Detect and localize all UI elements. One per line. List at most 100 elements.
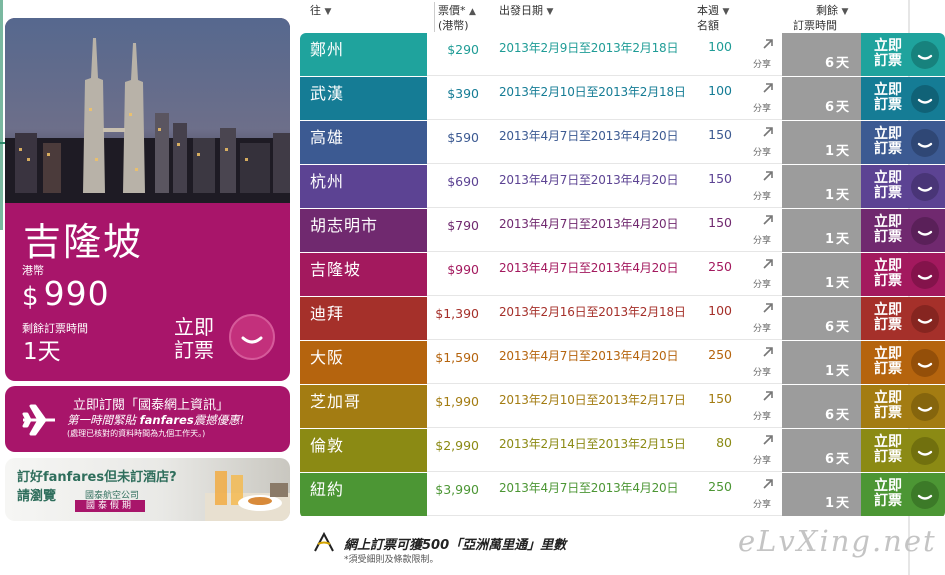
featured-book-label[interactable]: 立即 訂票 [170,316,218,362]
smile-arrow-icon [911,393,939,421]
remaining-time-cell: 1天 [782,209,861,252]
share-link[interactable]: 分享 [753,233,771,246]
featured-price: $ 990 [22,274,110,313]
book-now-button[interactable]: 立即 訂票 [861,385,945,428]
column-header-remaining-time[interactable]: 剩餘 ▼ 訂票時間 [793,4,848,32]
book-now-button[interactable]: 立即 訂票 [861,253,945,296]
share-arrow-icon[interactable] [762,434,774,446]
remaining-time-cell: 1天 [782,341,861,384]
share-link[interactable]: 分享 [753,453,771,466]
price-cell: $390 [447,86,479,101]
share-arrow-icon[interactable] [762,258,774,270]
city-skyline-photo [5,18,290,203]
share-arrow-icon[interactable] [762,390,774,402]
smile-arrow-icon [911,217,939,245]
destination-cell[interactable]: 倫敦 [300,429,427,472]
destination-cell[interactable]: 杭州 [300,165,427,208]
departure-date-cell: 2013年2月10日至2013年2月17日 [499,393,686,407]
share-link[interactable]: 分享 [753,365,771,378]
sort-down-icon: ▼ [546,7,554,17]
header-label: 往 [310,4,321,17]
destination-cell[interactable]: 武漢 [300,77,427,120]
book-now-button[interactable]: 立即 訂票 [861,429,945,472]
featured-book-button[interactable] [229,314,275,360]
column-header-departure-date[interactable]: 出發日期 ▼ [499,4,553,19]
destination-cell[interactable]: 大阪 [300,341,427,384]
smile-arrow-icon [241,336,263,344]
book-now-button[interactable]: 立即 訂票 [861,121,945,164]
book-now-label: 立即 訂票 [874,346,902,377]
book-now-label: 立即 訂票 [874,170,902,201]
share-arrow-icon[interactable] [762,346,774,358]
share-arrow-icon[interactable] [762,82,774,94]
hotel-promo-card[interactable]: 訂好fanfares但未訂酒店? 請瀏覽 國泰航空公司 國泰假期 [5,458,290,521]
fare-row[interactable]: 吉隆坡 $990 2013年4月7日至2013年4月20日 250 分享 1天 … [300,253,945,296]
newsletter-signup-card[interactable]: 立即訂閱「國泰網上資訊」 第一時間緊貼 fanfares震撼優惠! (處理已核對… [5,386,290,452]
decor-line [0,0,3,230]
book-now-label: 立即 訂票 [874,82,902,113]
fare-row[interactable]: 杭州 $690 2013年4月7日至2013年4月20日 150 分享 1天 立… [300,165,945,208]
destination-cell[interactable]: 胡志明市 [300,209,427,252]
share-link[interactable]: 分享 [753,277,771,290]
share-arrow-icon[interactable] [762,214,774,226]
price-cell: $1,590 [435,350,479,365]
fare-row[interactable]: 鄭州 $290 2013年2月9日至2013年2月18日 100 分享 6天 立… [300,33,945,76]
column-header-weekly-quota[interactable]: 本週 ▼ 名額 [697,4,729,32]
column-header-price[interactable]: 票價* ▲ (港幣) [438,4,476,32]
departure-date-cell: 2013年4月7日至2013年4月20日 [499,129,679,143]
newsletter-note: (處理已核對的資料時間為九個工作天。) [67,429,206,438]
destination-cell[interactable]: 高雄 [300,121,427,164]
book-now-label: 立即 訂票 [874,302,902,333]
share-arrow-icon[interactable] [762,302,774,314]
destination-cell[interactable]: 迪拜 [300,297,427,340]
share-link[interactable]: 分享 [753,409,771,422]
book-now-button[interactable]: 立即 訂票 [861,165,945,208]
remaining-time-value: 1天 [23,339,61,365]
header-label: 本週 [697,4,719,17]
book-now-button[interactable]: 立即 訂票 [861,473,945,516]
fare-row[interactable]: 紐約 $3,990 2013年4月7日至2013年4月20日 250 分享 1天… [300,473,945,516]
share-link[interactable]: 分享 [753,145,771,158]
share-link[interactable]: 分享 [753,497,771,510]
fare-row[interactable]: 芝加哥 $1,990 2013年2月10日至2013年2月17日 150 分享 … [300,385,945,428]
share-arrow-icon[interactable] [762,170,774,182]
price-cell: $590 [447,130,479,145]
header-label: 剩餘 [816,4,838,17]
price-cell: $1,390 [435,306,479,321]
book-now-button[interactable]: 立即 訂票 [861,209,945,252]
quota-cell: 250 [708,347,732,362]
fare-row[interactable]: 倫敦 $2,990 2013年2月14日至2013年2月15日 80 分享 6天… [300,429,945,472]
share-arrow-icon[interactable] [762,478,774,490]
fare-row[interactable]: 武漢 $390 2013年2月10日至2013年2月18日 100 分享 6天 … [300,77,945,120]
share-link[interactable]: 分享 [753,189,771,202]
remaining-days: 1天 [824,188,851,203]
book-now-label: 立即 訂票 [874,390,902,421]
newsletter-brand: fanfares [139,413,194,427]
destination-cell[interactable]: 鄭州 [300,33,427,76]
share-link[interactable]: 分享 [753,321,771,334]
fare-row[interactable]: 胡志明市 $790 2013年4月7日至2013年4月20日 150 分享 1天… [300,209,945,252]
destination-cell[interactable]: 紐約 [300,473,427,516]
share-link[interactable]: 分享 [753,57,771,70]
share-link[interactable]: 分享 [753,101,771,114]
book-now-button[interactable]: 立即 訂票 [861,77,945,120]
share-arrow-icon[interactable] [762,126,774,138]
quota-cell: 150 [708,171,732,186]
destination-cell[interactable]: 吉隆坡 [300,253,427,296]
remaining-days: 6天 [824,56,851,71]
book-now-button[interactable]: 立即 訂票 [861,341,945,384]
column-header-destination[interactable]: 往 ▼ [310,4,331,19]
airplane-icon [22,404,55,436]
header-sublabel: 名額 [697,19,719,32]
destination-cell[interactable]: 芝加哥 [300,385,427,428]
share-arrow-icon[interactable] [762,38,774,50]
fare-row[interactable]: 迪拜 $1,390 2013年2月16日至2013年2月18日 100 分享 6… [300,297,945,340]
smile-arrow-icon [911,305,939,333]
skyline-illustration [5,18,290,203]
quota-cell: 150 [708,127,732,142]
book-now-button[interactable]: 立即 訂票 [861,297,945,340]
book-now-button[interactable]: 立即 訂票 [861,33,945,76]
fare-row[interactable]: 高雄 $590 2013年4月7日至2013年4月20日 150 分享 1天 立… [300,121,945,164]
featured-destination-card[interactable]: 吉隆坡 港幣 $ 990 剩餘訂票時間 1天 立即 訂票 [5,18,290,381]
fare-row[interactable]: 大阪 $1,590 2013年4月7日至2013年4月20日 250 分享 1天… [300,341,945,384]
